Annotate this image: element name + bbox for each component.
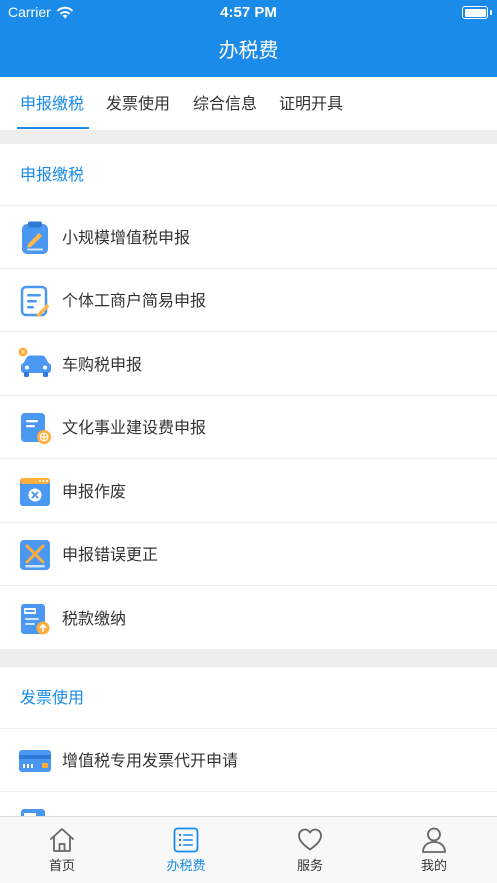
page-title: 办税费 bbox=[218, 38, 279, 62]
heart-icon bbox=[298, 828, 322, 851]
list-item-label: 增值税专用发票代开申请 bbox=[62, 751, 239, 770]
tabbar-item-service[interactable]: 服务 bbox=[248, 817, 372, 883]
section-title: 发票使用 bbox=[20, 688, 85, 707]
car-icon: ¥ bbox=[18, 347, 51, 377]
invoice-card-icon bbox=[19, 750, 51, 772]
user-icon bbox=[422, 827, 446, 853]
list-item-culture-fee[interactable]: 文化事业建设费申报 bbox=[0, 396, 497, 459]
list-item-label: 申报作废 bbox=[62, 482, 127, 501]
document-globe-icon bbox=[21, 413, 51, 444]
category-tabs: 申报缴税 发票使用 综合信息 证明开具 bbox=[0, 77, 497, 130]
list-item-declaration-correction[interactable]: 申报错误更正 bbox=[0, 523, 497, 586]
correction-icon bbox=[20, 540, 50, 570]
list-item-small-scale-vat[interactable]: 小规模增值税申报 bbox=[0, 206, 497, 269]
top-bar: Carrier 4:57 PM 办税费 bbox=[0, 0, 497, 77]
section-header-tax: 申报缴税 bbox=[0, 144, 497, 206]
clipboard-pen-icon bbox=[22, 221, 48, 254]
tab-general-info[interactable]: 综合信息 bbox=[193, 93, 257, 115]
section-title: 申报缴税 bbox=[20, 165, 85, 184]
list-item-vehicle-tax[interactable]: ¥ 车购税申报 bbox=[0, 333, 497, 396]
section-divider bbox=[0, 650, 497, 667]
tabbar-item-home[interactable]: 首页 bbox=[0, 817, 124, 883]
home-icon bbox=[50, 828, 74, 852]
status-time: 4:57 PM bbox=[220, 4, 277, 21]
status-bar: Carrier 4:57 PM bbox=[0, 0, 497, 26]
list-item-label: 税款缴纳 bbox=[62, 609, 127, 628]
tabbar-item-tax[interactable]: 办税费 bbox=[124, 817, 248, 883]
list-item-tax-payment[interactable]: 税款缴纳 bbox=[0, 587, 497, 650]
section-header-invoice: 发票使用 bbox=[0, 667, 497, 729]
svg-text:¥: ¥ bbox=[21, 349, 25, 356]
list-item-label: 车购税申报 bbox=[62, 355, 143, 374]
list-item-vat-invoice-request[interactable]: 增值税专用发票代开申请 bbox=[0, 729, 497, 792]
tab-tax-declaration[interactable]: 申报缴税 bbox=[20, 93, 84, 115]
list-item-label: 文化事业建设费申报 bbox=[62, 418, 207, 437]
list-item-label: 申报错误更正 bbox=[62, 545, 159, 564]
section-divider bbox=[0, 130, 497, 144]
tax-payment-icon bbox=[21, 604, 50, 635]
tabbar-label: 服务 bbox=[296, 859, 323, 874]
tabbar-item-mine[interactable]: 我的 bbox=[372, 817, 496, 883]
tabbar-label: 办税费 bbox=[166, 859, 206, 874]
bottom-tab-bar: 首页 办税费 服务 我的 bbox=[0, 816, 497, 883]
list-item-individual-simple[interactable]: 个体工商户简易申报 bbox=[0, 269, 497, 332]
list-item-label: 个体工商户简易申报 bbox=[62, 291, 207, 310]
tabbar-label: 首页 bbox=[48, 859, 75, 874]
tab-certificate[interactable]: 证明开具 bbox=[279, 93, 343, 115]
tabbar-label: 我的 bbox=[420, 859, 447, 874]
battery-icon bbox=[462, 6, 488, 19]
active-tab-indicator bbox=[17, 127, 89, 129]
list-icon bbox=[173, 827, 199, 853]
battery-tip bbox=[490, 10, 492, 15]
window-cancel-icon bbox=[20, 478, 50, 506]
tab-invoice-use[interactable]: 发票使用 bbox=[106, 93, 170, 115]
form-pen-icon bbox=[20, 285, 50, 317]
list-item-declaration-void[interactable]: 申报作废 bbox=[0, 460, 497, 523]
list-item-label: 小规模增值税申报 bbox=[62, 228, 191, 247]
